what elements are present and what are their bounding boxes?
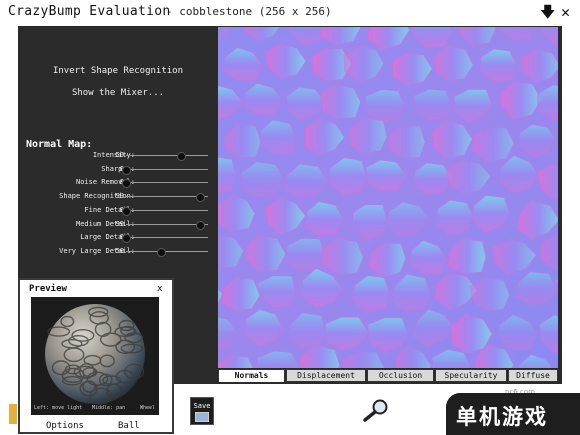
slider-row: Shape Recognition: 99 [18, 191, 218, 203]
slider-track[interactable] [126, 209, 208, 211]
cobblestone-shape [387, 124, 427, 161]
cobblestone-shape [479, 47, 518, 83]
preview-window: Preview x Left: move light Middle: pan W… [18, 278, 174, 434]
tab-diffuse[interactable]: Diffuse [508, 369, 558, 382]
slider-track[interactable] [126, 237, 208, 239]
tab-normals[interactable]: Normals [218, 369, 285, 382]
normal-map-viewport[interactable] [218, 27, 558, 368]
tab-displacement[interactable]: Displacement [286, 369, 366, 382]
slider-track[interactable] [126, 155, 208, 156]
normal-map-section-title: Normal Map: [26, 139, 93, 150]
slider-row: Sharpen:0 [18, 164, 218, 176]
slider-value: 50 [115, 246, 124, 255]
preview-hint-middle: Middle: pan [92, 405, 126, 411]
view-tabs: Normals Displacement Occlusion Speculari… [218, 369, 558, 383]
pin-icon[interactable]: 🡇 [540, 3, 555, 21]
watermark-logo: 单机游戏 [446, 393, 580, 435]
preview-title: Preview [29, 284, 67, 294]
preview-hint-wheel: Wheel [140, 405, 156, 411]
folder-icon[interactable] [9, 404, 17, 424]
preview-options-button[interactable]: Options [46, 421, 84, 431]
preview-hint-left: Left: move light [34, 405, 83, 411]
slider-row: Medium Detail: 99 [18, 219, 218, 231]
slider-track[interactable] [126, 250, 208, 252]
slider-value: 99 [115, 219, 124, 228]
slider-knob[interactable] [122, 206, 131, 216]
preview-ball [45, 304, 145, 405]
close-icon[interactable]: ✕ [561, 3, 570, 21]
slider-knob[interactable] [196, 220, 206, 230]
slider-row: Noise Removal:0 [18, 177, 218, 189]
app-title: CrazyBump Evaluation [8, 4, 171, 19]
save-button[interactable]: Save [190, 397, 214, 425]
slider-knob[interactable] [122, 165, 131, 175]
slider-knob[interactable] [196, 193, 206, 203]
preview-ball-button[interactable]: Ball [118, 421, 140, 431]
invert-shape-recognition-button[interactable]: Invert Shape Recognition [18, 66, 218, 76]
title-bar: CrazyBump Evaluation - cobblestone (256 … [0, 0, 580, 26]
tab-specularity[interactable]: Specularity [435, 369, 507, 382]
disk-icon [195, 412, 209, 422]
slider-track[interactable] [126, 182, 208, 184]
save-label: Save [193, 402, 211, 410]
slider-row: Very Large Detail: 50 [18, 246, 218, 258]
slider-row: Large Detail:0 [18, 232, 218, 244]
preview-close-icon[interactable]: x [157, 284, 162, 294]
normal-map-texture [218, 27, 558, 368]
slider-track[interactable] [126, 168, 208, 170]
file-title: - cobblestone (256 x 256) [166, 5, 332, 18]
slider-value: 99 [115, 192, 124, 201]
slider-knob[interactable] [157, 247, 167, 257]
slider-value: 50 [115, 151, 124, 159]
preview-canvas[interactable]: Left: move light Middle: pan Wheel [31, 297, 159, 415]
tab-occlusion[interactable]: Occlusion [367, 369, 434, 382]
slider-row: Fine Detail:0 [18, 205, 218, 217]
slider-row: Intensity: 50 [18, 150, 218, 162]
magnifier-icon[interactable] [362, 398, 390, 422]
watermark-text: 单机游戏 [456, 405, 548, 429]
show-mixer-button[interactable]: Show the Mixer... [18, 88, 218, 98]
slider-knob[interactable] [176, 152, 186, 161]
